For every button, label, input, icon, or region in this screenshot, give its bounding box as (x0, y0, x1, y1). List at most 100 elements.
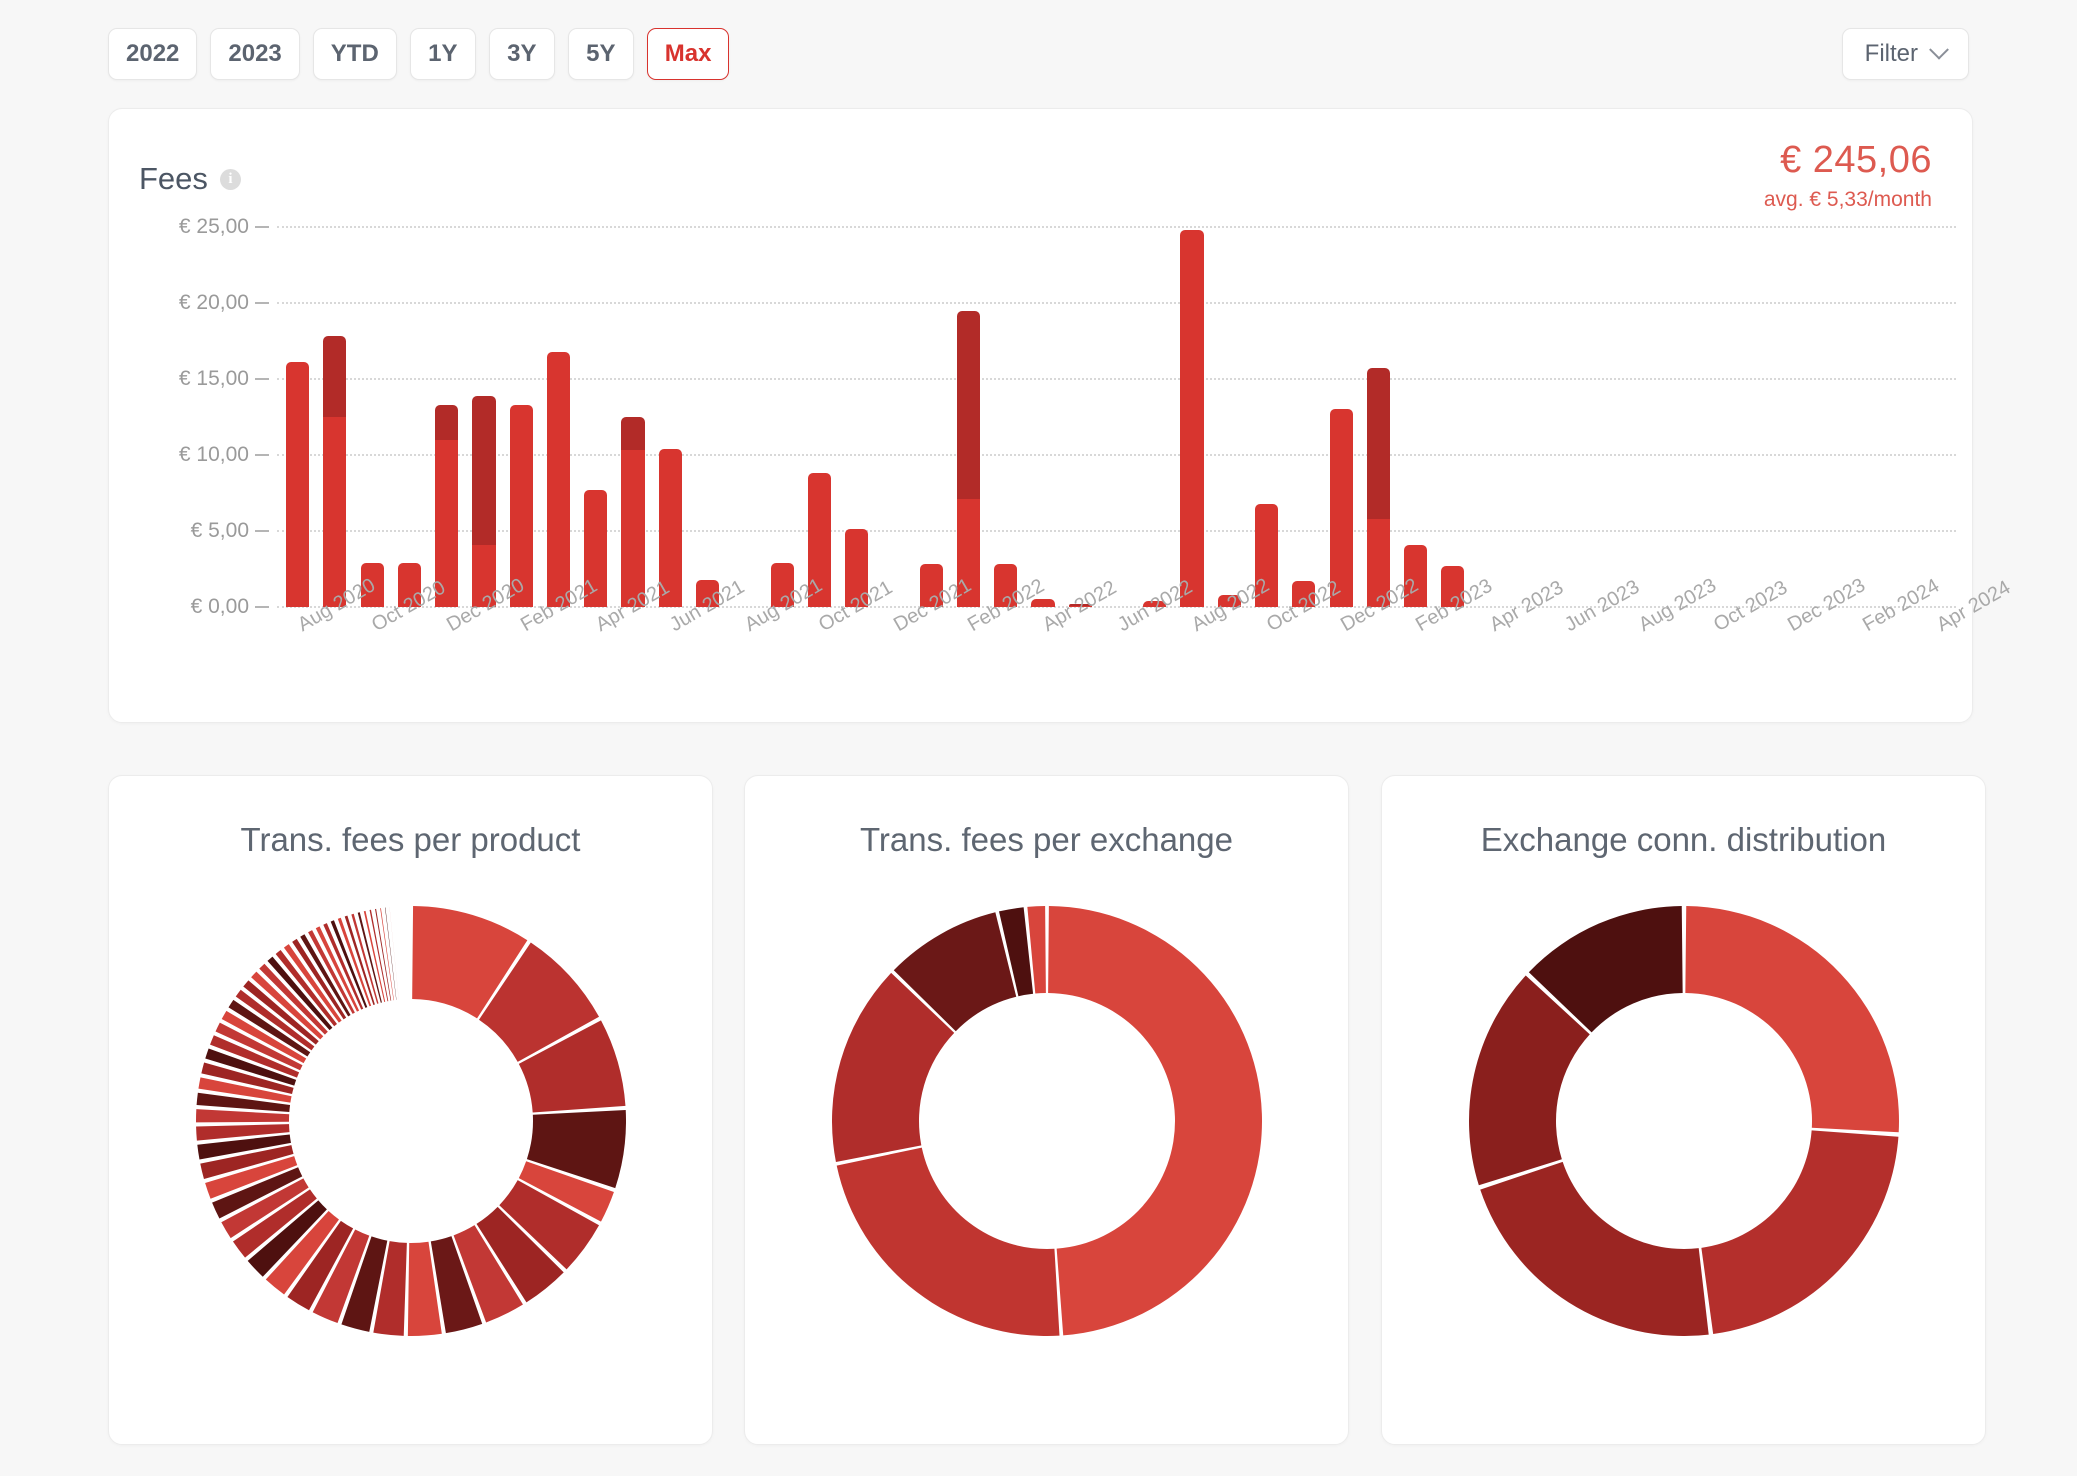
bar[interactable] (919, 227, 943, 607)
bar[interactable] (956, 227, 980, 607)
fees-average-monthly: avg. € 5,33/month (1763, 188, 1932, 211)
y-axis-tick-mark (255, 302, 269, 304)
donut-card-trans-fees-per-exchange: Trans. fees per exchange (744, 775, 1349, 1445)
donut-title: Trans. fees per exchange (860, 821, 1233, 858)
y-axis-tick-label: € 10,00 (178, 443, 249, 466)
info-icon[interactable]: i (219, 168, 241, 190)
bar[interactable] (696, 227, 720, 607)
donut-slice[interactable] (1684, 906, 1899, 1133)
fees-bar-chart: € 0,00 € 5,00 € 10,00 € 15,00 € 20,00 € 25,00… (109, 215, 2015, 717)
range-button-3y[interactable]: 3Y (488, 28, 555, 80)
y-axis-tick-label: € 15,00 (178, 367, 249, 390)
y-axis-tick-label: € 20,00 (178, 291, 249, 314)
donut-slice[interactable] (1047, 906, 1262, 1336)
bar[interactable] (770, 227, 794, 607)
bar[interactable] (807, 227, 831, 607)
donut-slice[interactable] (384, 907, 396, 1000)
bar-segment-base (546, 351, 571, 607)
range-button-ytd[interactable]: YTD (312, 28, 397, 80)
donut-slice[interactable] (1479, 1161, 1709, 1336)
donut-slice[interactable] (363, 910, 385, 1002)
donut-slice[interactable] (1700, 1130, 1898, 1335)
donut-slice[interactable] (369, 909, 388, 1002)
range-button-label: Max (664, 40, 712, 67)
bar[interactable] (1217, 227, 1241, 607)
x-axis: Aug 2020 Oct 2020 Dec 2020 Feb 2021 Apr 2021… (279, 574, 2015, 717)
bar[interactable] (1255, 227, 1279, 607)
y-axis: € 0,00 € 5,00 € 10,00 € 15,00 € 20,00 € 25,00 (109, 215, 249, 618)
fees-dashboard-page: 2022 2023 YTD 1Y 3Y 5Y Max Filter Fees i € 245… (0, 0, 2077, 1476)
fees-card-header: Fees i € 245,06 avg. € 5,33/month (109, 109, 1972, 219)
fees-total-group: € 245,06 avg. € 5,33/month (1764, 139, 1932, 219)
range-button-2022[interactable]: 2022 (108, 28, 198, 80)
donut-slice[interactable] (388, 907, 399, 1000)
bar[interactable] (323, 227, 347, 607)
range-button-label: 1Y (428, 40, 458, 67)
y-axis-tick-label: € 5,00 (190, 519, 249, 542)
range-button-2023[interactable]: 2023 (210, 28, 300, 80)
bar[interactable] (1143, 227, 1167, 607)
y-axis-tick-label: € 0,00 (190, 595, 249, 618)
donut-svg (831, 906, 1262, 1336)
donut-title: Exchange conn. distribution (1480, 821, 1887, 858)
bar[interactable] (1404, 227, 1428, 607)
donut-chart (195, 906, 626, 1341)
donut-svg (195, 906, 626, 1336)
bar-segment-extra (956, 310, 980, 500)
bar[interactable] (472, 227, 496, 607)
bar-segment-base (1180, 230, 1204, 607)
range-button-max[interactable]: Max (646, 28, 730, 80)
bar[interactable] (286, 227, 310, 607)
time-range-button-group: 2022 2023 YTD 1Y 3Y 5Y Max (108, 28, 730, 80)
range-button-label: 5Y (586, 40, 616, 67)
y-axis-tick-mark (255, 226, 269, 228)
range-button-label: 2022 (126, 40, 180, 67)
bar[interactable] (435, 227, 459, 607)
bar[interactable] (1180, 227, 1204, 607)
range-button-1y[interactable]: 1Y (409, 28, 476, 80)
y-axis-tick-label: € 25,00 (178, 215, 249, 238)
bar[interactable] (1031, 227, 1055, 607)
bar-segment-extra (435, 404, 459, 440)
bar[interactable] (546, 227, 571, 607)
bar-segment-base (621, 450, 645, 607)
bar-series-container (279, 227, 1956, 607)
donut-slice[interactable] (836, 1147, 1059, 1336)
range-button-label: 2023 (228, 40, 282, 67)
bar[interactable] (1366, 227, 1390, 607)
y-axis-tick-mark (255, 530, 269, 532)
fees-total-amount: € 245,06 (1780, 139, 1932, 181)
filter-button-label: Filter (1864, 40, 1918, 67)
bar-segment-extra (323, 336, 347, 417)
donut-card-exchange-conn-distribution: Exchange conn. distribution (1381, 775, 1986, 1445)
bar[interactable] (621, 227, 645, 607)
bar[interactable] (994, 227, 1018, 607)
bar[interactable] (509, 227, 533, 607)
bar[interactable] (845, 227, 869, 607)
donut-chart (831, 906, 1262, 1341)
bar[interactable] (658, 227, 682, 607)
donut-slice[interactable] (195, 1109, 289, 1123)
chart-toolbar: 2022 2023 YTD 1Y 3Y 5Y Max Filter (0, 0, 2077, 108)
donut-chart (1468, 906, 1899, 1341)
range-button-label: 3Y (507, 40, 537, 67)
bar-segment-extra (621, 417, 645, 451)
fees-card: Fees i € 245,06 avg. € 5,33/month € 0,00… (108, 108, 2015, 723)
bar[interactable] (584, 227, 608, 607)
filter-button[interactable]: Filter (1841, 28, 1969, 80)
bar[interactable] (1441, 227, 1465, 607)
bar[interactable] (1068, 227, 1092, 607)
bar[interactable] (1292, 227, 1316, 607)
bar[interactable] (360, 227, 384, 607)
range-button-label: YTD (330, 40, 379, 67)
bar[interactable] (1329, 227, 1353, 607)
range-button-5y[interactable]: 5Y (567, 28, 634, 80)
bar[interactable] (397, 227, 421, 607)
fees-title-group: Fees i (139, 139, 241, 219)
donut-title: Trans. fees per product (240, 821, 581, 858)
bar-segment-extra (472, 395, 496, 545)
donut-card-trans-fees-per-product: Trans. fees per product (108, 775, 713, 1445)
bar-segment-extra (1366, 368, 1390, 519)
bar-segment-base (323, 417, 347, 607)
y-axis-tick-mark (255, 378, 269, 380)
